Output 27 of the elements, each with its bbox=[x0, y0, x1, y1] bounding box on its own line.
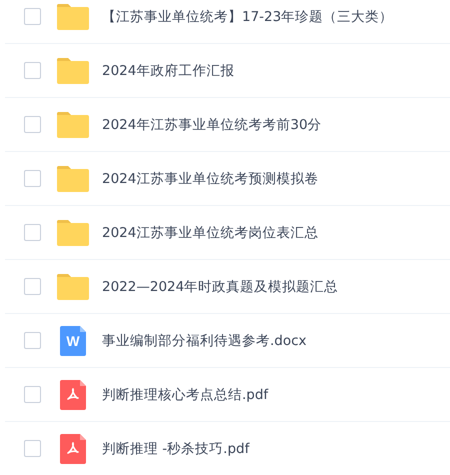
word-document-icon: W bbox=[60, 326, 86, 356]
folder-icon bbox=[57, 58, 89, 84]
checkbox[interactable] bbox=[24, 170, 41, 187]
checkbox[interactable] bbox=[24, 278, 41, 295]
checkbox[interactable] bbox=[24, 386, 41, 403]
file-name[interactable]: 【江苏事业单位统考】17-23年珍题（三大类） bbox=[102, 8, 394, 26]
checkbox[interactable] bbox=[24, 440, 41, 457]
checkbox[interactable] bbox=[24, 8, 41, 25]
file-name[interactable]: 2024年江苏事业单位统考考前30分 bbox=[102, 116, 322, 134]
pdf-icon bbox=[60, 434, 86, 464]
folder-icon bbox=[57, 112, 89, 138]
checkbox[interactable] bbox=[24, 116, 41, 133]
checkbox[interactable] bbox=[24, 224, 41, 241]
file-name[interactable]: 2024江苏事业单位统考岗位表汇总 bbox=[102, 224, 318, 242]
checkbox[interactable] bbox=[24, 62, 41, 79]
pdf-icon bbox=[60, 380, 86, 410]
file-name[interactable]: 2022—2024年时政真题及模拟题汇总 bbox=[102, 278, 338, 296]
folder-icon bbox=[57, 4, 89, 30]
file-name[interactable]: 事业编制部分福利待遇参考.docx bbox=[102, 332, 307, 350]
file-name[interactable]: 2024江苏事业单位统考预测模拟卷 bbox=[102, 170, 318, 188]
file-name[interactable]: 2024年政府工作汇报 bbox=[102, 62, 234, 80]
file-name[interactable]: 判断推理 -秒杀技巧.pdf bbox=[102, 440, 250, 458]
checkbox[interactable] bbox=[24, 332, 41, 349]
file-name[interactable]: 判断推理核心考点总结.pdf bbox=[102, 386, 268, 404]
folder-icon bbox=[57, 220, 89, 246]
folder-icon bbox=[57, 166, 89, 192]
folder-icon bbox=[57, 274, 89, 300]
